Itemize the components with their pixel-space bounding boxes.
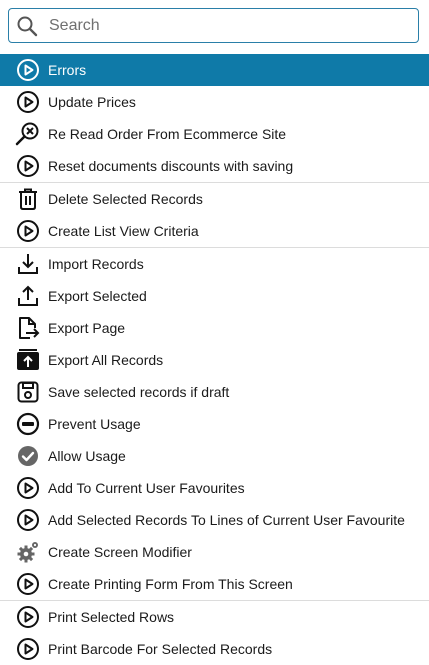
play-circle-icon bbox=[15, 571, 41, 597]
menu-item-create-screen-modifier[interactable]: Create Screen Modifier bbox=[0, 536, 429, 568]
menu-item-label: Print Barcode For Selected Records bbox=[48, 641, 273, 657]
menu-item-label: Reset documents discounts with saving bbox=[48, 158, 294, 174]
save-icon bbox=[15, 379, 41, 405]
play-circle-icon bbox=[15, 153, 41, 179]
upload-icon bbox=[15, 283, 41, 309]
menu-item-add-selected-records-to-lines-of-current-user-favourite[interactable]: Add Selected Records To Lines of Current… bbox=[0, 504, 429, 536]
menu-item-label: Add To Current User Favourites bbox=[48, 480, 245, 496]
trash-icon bbox=[15, 186, 41, 212]
minus-circle-icon bbox=[15, 411, 41, 437]
menu-item-prevent-usage[interactable]: Prevent Usage bbox=[0, 408, 429, 440]
menu-item-label: Allow Usage bbox=[48, 448, 126, 464]
play-circle-icon bbox=[15, 604, 41, 630]
menu-item-label: Export Page bbox=[48, 320, 126, 336]
file-export-icon bbox=[15, 315, 41, 341]
menu-item-add-to-current-user-favourites[interactable]: Add To Current User Favourites bbox=[0, 472, 429, 504]
play-circle-icon bbox=[15, 636, 41, 662]
menu-item-label: Create List View Criteria bbox=[48, 223, 199, 239]
menu-item-errors[interactable]: Errors bbox=[0, 54, 429, 86]
menu-item-delete-selected-records[interactable]: Delete Selected Records bbox=[0, 182, 429, 215]
search-input[interactable] bbox=[49, 9, 409, 42]
menu-item-label: Import Records bbox=[48, 256, 144, 272]
menu-item-print-selected-rows[interactable]: Print Selected Rows bbox=[0, 600, 429, 633]
menu-item-export-all-records[interactable]: Export All Records bbox=[0, 344, 429, 376]
menu-item-save-selected-records-if-draft[interactable]: Save selected records if draft bbox=[0, 376, 429, 408]
menu-item-reset-documents-discounts-with-saving[interactable]: Reset documents discounts with saving bbox=[0, 150, 429, 182]
search-box[interactable] bbox=[8, 8, 419, 43]
menu-item-label: Create Screen Modifier bbox=[48, 544, 192, 560]
action-menu: Errors Update Prices Re Read Order From Ec… bbox=[0, 54, 429, 665]
menu-item-allow-usage[interactable]: Allow Usage bbox=[0, 440, 429, 472]
menu-item-create-list-view-criteria[interactable]: Create List View Criteria bbox=[0, 215, 429, 247]
upload-box-icon bbox=[15, 347, 41, 373]
menu-item-create-printing-form-from-this-screen[interactable]: Create Printing Form From This Screen bbox=[0, 568, 429, 600]
menu-item-label: Re Read Order From Ecommerce Site bbox=[48, 126, 287, 142]
menu-item-label: Prevent Usage bbox=[48, 416, 141, 432]
search-icon bbox=[16, 15, 38, 37]
menu-item-label: Errors bbox=[48, 62, 87, 78]
menu-item-label: Save selected records if draft bbox=[48, 384, 230, 400]
play-circle-icon bbox=[15, 89, 41, 115]
gear-icon bbox=[15, 539, 41, 565]
download-icon bbox=[15, 251, 41, 277]
search-x-icon bbox=[15, 121, 41, 147]
play-circle-icon bbox=[15, 218, 41, 244]
menu-item-label: Create Printing Form From This Screen bbox=[48, 576, 293, 592]
menu-item-export-page[interactable]: Export Page bbox=[0, 312, 429, 344]
play-circle-icon bbox=[15, 475, 41, 501]
menu-item-label: Export Selected bbox=[48, 288, 147, 304]
menu-item-label: Delete Selected Records bbox=[48, 191, 203, 207]
menu-item-re-read-order-from-ecommerce-site[interactable]: Re Read Order From Ecommerce Site bbox=[0, 118, 429, 150]
menu-item-import-records[interactable]: Import Records bbox=[0, 247, 429, 280]
menu-item-label: Export All Records bbox=[48, 352, 164, 368]
menu-item-label: Add Selected Records To Lines of Current… bbox=[48, 512, 405, 528]
menu-item-label: Print Selected Rows bbox=[48, 609, 175, 625]
menu-item-print-barcode-for-selected-records[interactable]: Print Barcode For Selected Records bbox=[0, 633, 429, 665]
menu-item-export-selected[interactable]: Export Selected bbox=[0, 280, 429, 312]
play-circle-icon bbox=[15, 57, 41, 83]
menu-item-label: Update Prices bbox=[48, 94, 136, 110]
play-circle-icon bbox=[15, 507, 41, 533]
menu-item-update-prices[interactable]: Update Prices bbox=[0, 86, 429, 118]
check-circle-icon bbox=[15, 443, 41, 469]
